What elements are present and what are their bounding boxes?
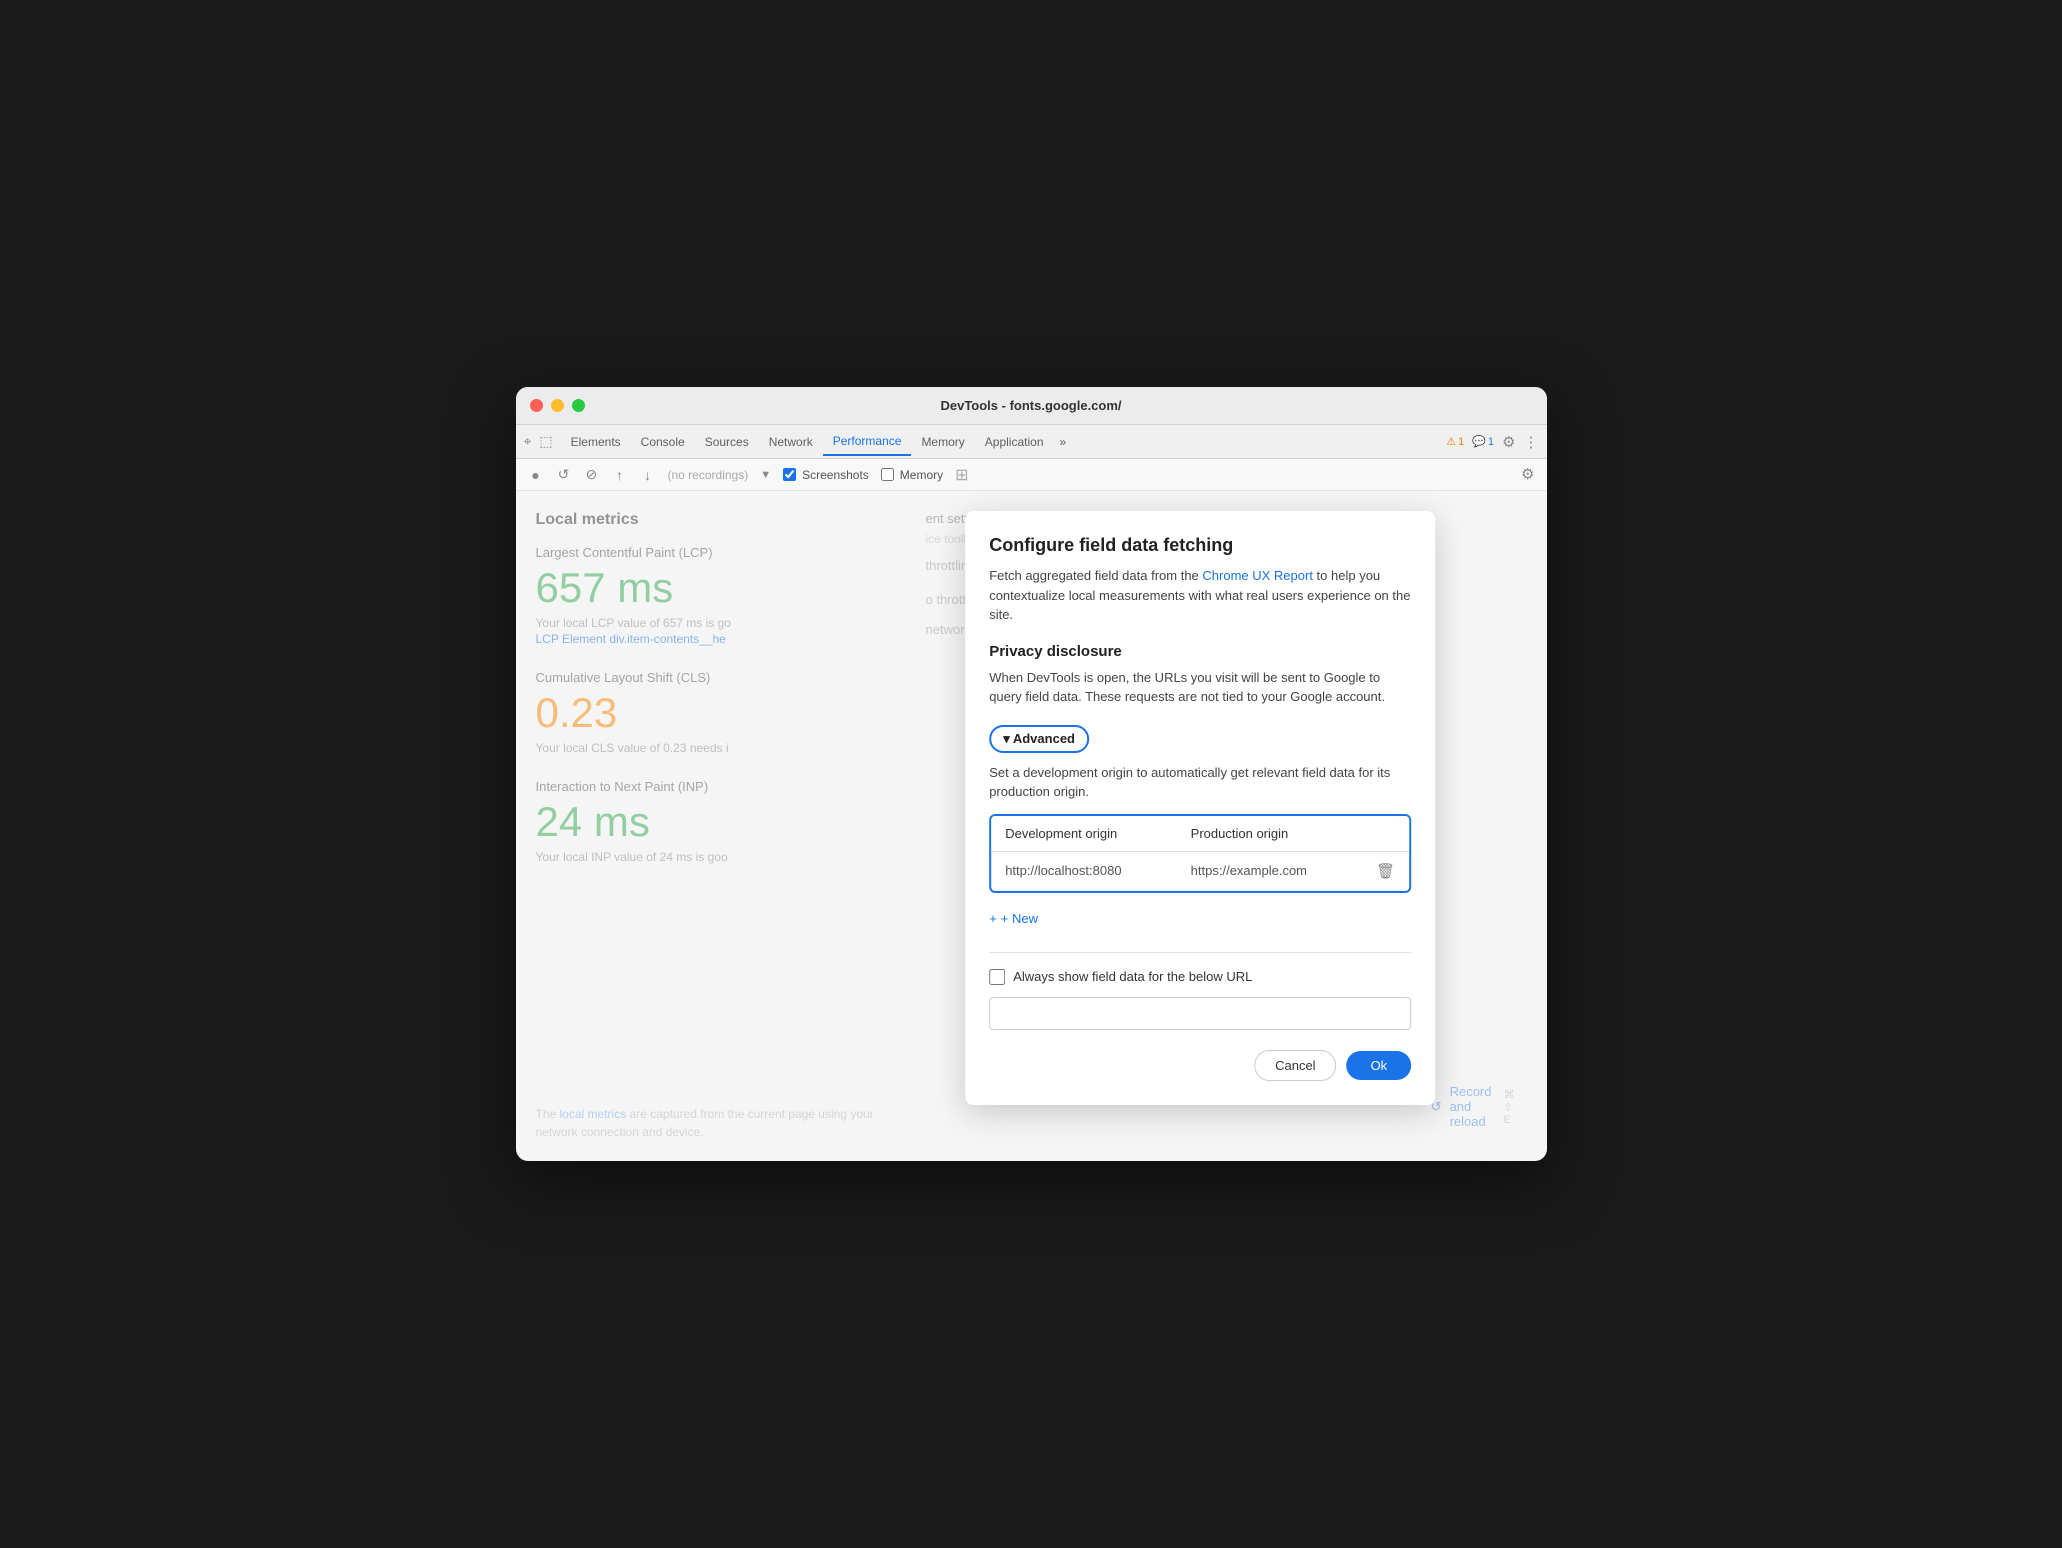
titlebar: DevTools - fonts.google.com/ [516,387,1547,425]
divider [989,952,1411,953]
delete-row-button[interactable]: 🗑 [1376,863,1395,880]
origins-table: Development origin Production origin htt… [991,816,1409,891]
inp-metric: Interaction to Next Paint (INP) 24 ms Yo… [536,779,886,864]
advanced-toggle[interactable]: ▾ Advanced [989,725,1089,753]
dev-origin-cell: http://localhost:8080 [991,851,1176,890]
more-tabs-button[interactable]: » [1054,431,1073,453]
screenshots-label: Screenshots [802,468,869,482]
minimize-button[interactable] [551,399,564,412]
info-badge[interactable]: 💬 1 [1472,435,1494,448]
tab-sources[interactable]: Sources [695,429,759,455]
performance-toolbar: ● ↺ ⊘ ↑ ↓ (no recordings) ▼ Screenshots … [516,459,1547,491]
add-new-button[interactable]: + + New [989,905,1038,932]
cancel-button[interactable]: Cancel [1254,1050,1336,1081]
prod-origin-cell: https://example.com [1177,851,1362,890]
dialog-title: Configure field data fetching [989,535,1411,556]
inspect-icon[interactable]: ⬚ [539,433,552,450]
tab-application[interactable]: Application [975,429,1054,455]
ok-button[interactable]: Ok [1347,1051,1412,1080]
toolbar-icons: ⌖ ⬚ [524,433,553,450]
advanced-description: Set a development origin to automaticall… [989,763,1411,802]
screenshots-checkbox-group: Screenshots [783,468,869,482]
inp-detail: Your local INP value of 24 ms is goo [536,850,886,864]
description-prefix: Fetch aggregated field data from the [989,568,1202,583]
tab-elements[interactable]: Elements [561,429,631,455]
close-button[interactable] [530,399,543,412]
lcp-value: 657 ms [536,564,886,612]
lcp-element-value[interactable]: div.item-contents__he [609,632,726,646]
record-icon[interactable]: ● [528,467,544,483]
memory-checkbox[interactable] [881,468,894,481]
window-title: DevTools - fonts.google.com/ [940,398,1121,413]
gear-icon[interactable]: ⚙ [1521,466,1534,483]
download-icon[interactable]: ↓ [640,467,656,483]
inp-label: Interaction to Next Paint (INP) [536,779,886,794]
maximize-button[interactable] [572,399,585,412]
advanced-toggle-label: ▾ Advanced [1003,731,1075,747]
more-options-icon[interactable]: ⋮ [1524,433,1539,451]
warning-badge[interactable]: ⚠ 1 [1446,435,1464,448]
cls-value: 0.23 [536,689,886,737]
upload-icon[interactable]: ↑ [612,467,628,483]
col-actions-header [1362,816,1409,852]
recordings-label: (no recordings) [668,468,749,482]
always-show-checkbox-row: Always show field data for the below URL [989,969,1411,985]
col-prod-header: Production origin [1177,816,1362,852]
traffic-lights [530,399,585,412]
lcp-element: LCP Element div.item-contents__he [536,632,886,646]
cls-detail: Your local CLS value of 0.23 needs i [536,741,886,755]
warning-icon: ⚠ [1446,435,1456,448]
filmstrip-icon: ⊞ [955,465,968,485]
memory-checkbox-group: Memory [881,468,943,482]
memory-label: Memory [900,468,943,482]
dialog-actions: Cancel Ok [989,1050,1411,1081]
always-show-label: Always show field data for the below URL [1013,969,1252,984]
info-icon: 💬 [1472,435,1486,448]
warning-count: 1 [1458,436,1464,448]
lcp-metric: Largest Contentful Paint (LCP) 657 ms Yo… [536,545,886,646]
privacy-text: When DevTools is open, the URLs you visi… [989,668,1411,707]
info-count: 1 [1488,436,1494,448]
devtools-right-icons: ⚠ 1 💬 1 ⚙ ⋮ [1446,433,1538,451]
table-row: http://localhost:8080 https://example.co… [991,851,1409,890]
record-shortcut: ⌘ ⇧ E [1504,1088,1515,1126]
url-input[interactable] [989,997,1411,1030]
record-reload-button[interactable]: ↺ Record and reload ⌘ ⇧ E [1431,1084,1515,1129]
clear-icon[interactable]: ⊘ [584,467,600,483]
dialog-description: Fetch aggregated field data from the Chr… [989,566,1411,625]
settings-icon[interactable]: ⚙ [1502,433,1515,451]
add-new-label: + New [1001,911,1038,926]
lcp-element-label: LCP Element [536,632,606,646]
lcp-detail: Your local LCP value of 657 ms is go [536,616,886,630]
local-metrics-link[interactable]: local metrics [560,1107,627,1121]
tab-network[interactable]: Network [759,429,823,455]
privacy-heading: Privacy disclosure [989,643,1411,660]
always-show-checkbox[interactable] [989,969,1005,985]
lcp-label: Largest Contentful Paint (LCP) [536,545,886,560]
tab-memory[interactable]: Memory [911,429,974,455]
plus-icon: + [989,911,997,926]
devtools-window: DevTools - fonts.google.com/ ⌖ ⬚ Element… [516,387,1547,1161]
left-panel: Local metrics Largest Contentful Paint (… [516,491,906,1161]
delete-cell: 🗑 [1362,851,1409,890]
footer-note: The local metrics are captured from the … [536,1105,896,1141]
cls-label: Cumulative Layout Shift (CLS) [536,670,886,685]
main-content: Local metrics Largest Contentful Paint (… [516,491,1547,1161]
tab-performance[interactable]: Performance [823,428,912,456]
local-metrics-title: Local metrics [536,511,886,529]
record-reload-label: Record and reload [1450,1084,1492,1129]
origins-table-wrapper: Development origin Production origin htt… [989,814,1411,893]
screenshots-checkbox[interactable] [783,468,796,481]
col-dev-header: Development origin [991,816,1176,852]
cursor-icon[interactable]: ⌖ [524,433,532,450]
inp-value: 24 ms [536,798,886,846]
reload-icon[interactable]: ↺ [556,467,572,483]
configure-dialog: Configure field data fetching Fetch aggr… [965,511,1435,1105]
recordings-dropdown-icon[interactable]: ▼ [760,469,771,481]
devtools-tabs: ⌖ ⬚ Elements Console Sources Network Per… [516,425,1547,459]
chrome-ux-link[interactable]: Chrome UX Report [1202,568,1313,583]
tab-console[interactable]: Console [631,429,695,455]
cls-metric: Cumulative Layout Shift (CLS) 0.23 Your … [536,670,886,755]
